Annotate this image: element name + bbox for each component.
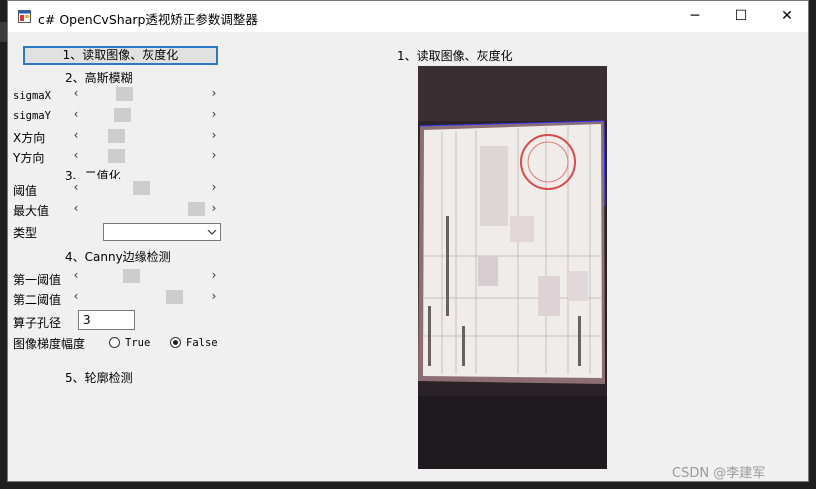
section-gaussian-blur: 2、高斯模糊: [65, 71, 133, 85]
gradient-false-radio[interactable]: [170, 337, 181, 348]
threshold-type-combobox[interactable]: [103, 223, 221, 241]
minimize-button[interactable]: ─: [672, 1, 718, 32]
second-threshold-scroll-thumb[interactable]: [166, 290, 183, 304]
gradient-label: 图像梯度幅度: [13, 337, 86, 351]
sigmax-label: sigmaX: [13, 90, 51, 102]
max-value-label: 最大值: [13, 204, 50, 218]
gradient-true-label[interactable]: True: [125, 337, 150, 349]
close-button[interactable]: ✕: [764, 1, 810, 32]
first-threshold-scroll-thumb[interactable]: [123, 269, 140, 283]
title-bar: c# OpenCvSharp透视矫正参数调整器 ─ ☐ ✕: [8, 1, 808, 32]
section-contour: 5、轮廓检测: [65, 371, 133, 385]
gradient-true-radio[interactable]: [109, 337, 120, 348]
max-value-scrollbar[interactable]: ‹ ›: [70, 200, 220, 217]
x-direction-scrollbar[interactable]: ‹ ›: [70, 127, 220, 144]
image-panel-title: 1、读取图像、灰度化: [397, 49, 513, 63]
sigmay-scroll-thumb[interactable]: [114, 108, 131, 122]
window-title: c# OpenCvSharp透视矫正参数调整器: [38, 12, 258, 27]
threshold-scroll-thumb[interactable]: [133, 181, 150, 195]
scroll-left-arrow-icon[interactable]: ‹: [70, 288, 82, 305]
document-photo: [418, 66, 607, 469]
first-threshold-scrollbar[interactable]: ‹ ›: [70, 267, 220, 284]
scroll-right-arrow-icon[interactable]: ›: [208, 267, 220, 284]
scroll-left-arrow-icon[interactable]: ‹: [70, 200, 82, 217]
scroll-right-arrow-icon[interactable]: ›: [208, 200, 220, 217]
y-direction-scroll-thumb[interactable]: [108, 149, 125, 163]
scroll-left-arrow-icon[interactable]: ‹: [70, 267, 82, 284]
sigmay-scrollbar[interactable]: ‹ ›: [70, 106, 220, 123]
scroll-left-arrow-icon[interactable]: ‹: [70, 147, 82, 164]
scroll-right-arrow-icon[interactable]: ›: [208, 127, 220, 144]
second-threshold-label: 第二阈值: [13, 293, 62, 307]
chevron-down-icon[interactable]: [207, 224, 217, 240]
read-image-grayscale-button[interactable]: 1、读取图像、灰度化: [23, 46, 218, 65]
aperture-input[interactable]: 3: [78, 310, 135, 330]
y-direction-scrollbar[interactable]: ‹ ›: [70, 147, 220, 164]
scroll-left-arrow-icon[interactable]: ‹: [70, 179, 82, 196]
sigmax-scrollbar[interactable]: ‹ ›: [70, 85, 220, 102]
first-threshold-label: 第一阈值: [13, 273, 62, 287]
scroll-right-arrow-icon[interactable]: ›: [208, 179, 220, 196]
aperture-label: 算子孔径: [13, 316, 62, 330]
preview-image: [418, 66, 607, 469]
maximize-button[interactable]: ☐: [718, 1, 764, 32]
x-direction-scroll-thumb[interactable]: [108, 129, 125, 143]
sigmay-label: sigmaY: [13, 110, 51, 122]
y-direction-label: Y方向: [13, 151, 45, 165]
threshold-label: 阈值: [13, 184, 38, 198]
section-canny: 4、Canny边缘检测: [65, 250, 171, 264]
scroll-right-arrow-icon[interactable]: ›: [208, 106, 220, 123]
sigmax-scroll-thumb[interactable]: [116, 87, 133, 101]
radio-selected-dot: [173, 340, 178, 345]
x-direction-label: X方向: [13, 131, 46, 145]
scroll-left-arrow-icon[interactable]: ‹: [70, 85, 82, 102]
gradient-false-label[interactable]: False: [186, 337, 218, 349]
scroll-right-arrow-icon[interactable]: ›: [208, 288, 220, 305]
scroll-left-arrow-icon[interactable]: ‹: [70, 127, 82, 144]
max-value-scroll-thumb[interactable]: [188, 202, 205, 216]
scroll-left-arrow-icon[interactable]: ‹: [70, 106, 82, 123]
app-window-icon: [18, 10, 31, 23]
app-window: c# OpenCvSharp透视矫正参数调整器 ─ ☐ ✕ 1、读取图像、灰度化…: [7, 0, 809, 482]
threshold-scrollbar[interactable]: ‹ ›: [70, 179, 220, 196]
background-editor-edge: [0, 22, 7, 42]
scroll-right-arrow-icon[interactable]: ›: [208, 85, 220, 102]
scroll-right-arrow-icon[interactable]: ›: [208, 147, 220, 164]
csdn-watermark: CSDN @李建军: [672, 466, 766, 481]
type-label: 类型: [13, 226, 38, 240]
second-threshold-scrollbar[interactable]: ‹ ›: [70, 288, 220, 305]
